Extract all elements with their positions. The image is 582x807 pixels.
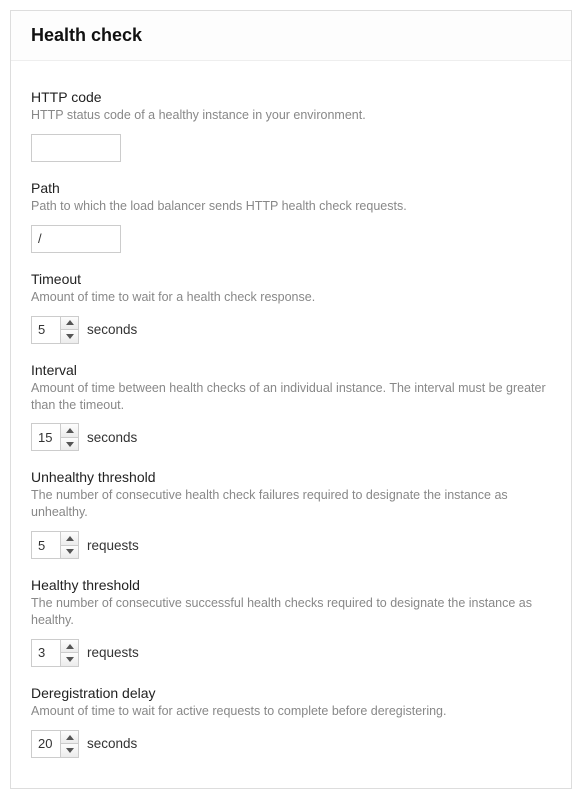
unhealthy-threshold-help: The number of consecutive health check f… (31, 487, 551, 521)
health-check-panel: Health check HTTP code HTTP status code … (10, 10, 572, 789)
path-help: Path to which the load balancer sends HT… (31, 198, 551, 215)
deregistration-delay-step-down[interactable] (61, 744, 78, 757)
healthy-threshold-unit: requests (87, 645, 139, 660)
deregistration-delay-step-up[interactable] (61, 731, 78, 745)
timeout-stepper[interactable] (31, 316, 79, 344)
deregistration-delay-stepper[interactable] (31, 730, 79, 758)
unhealthy-threshold-value[interactable] (32, 532, 60, 558)
timeout-help: Amount of time to wait for a health chec… (31, 289, 551, 306)
interval-label: Interval (31, 362, 551, 378)
field-unhealthy-threshold: Unhealthy threshold The number of consec… (31, 469, 551, 559)
healthy-threshold-stepper[interactable] (31, 639, 79, 667)
timeout-step-up[interactable] (61, 317, 78, 331)
timeout-value[interactable] (32, 317, 60, 343)
field-path: Path Path to which the load balancer sen… (31, 180, 551, 253)
path-label: Path (31, 180, 551, 196)
unhealthy-threshold-unit: requests (87, 538, 139, 553)
unhealthy-threshold-stepper[interactable] (31, 531, 79, 559)
interval-value[interactable] (32, 424, 60, 450)
healthy-threshold-value[interactable] (32, 640, 60, 666)
timeout-unit: seconds (87, 322, 137, 337)
healthy-threshold-help: The number of consecutive successful hea… (31, 595, 551, 629)
deregistration-delay-label: Deregistration delay (31, 685, 551, 701)
http-code-input[interactable] (31, 134, 121, 162)
unhealthy-threshold-step-up[interactable] (61, 532, 78, 546)
deregistration-delay-value[interactable] (32, 731, 60, 757)
healthy-threshold-step-up[interactable] (61, 640, 78, 654)
timeout-step-down[interactable] (61, 330, 78, 343)
path-input[interactable] (31, 225, 121, 253)
interval-help: Amount of time between health checks of … (31, 380, 551, 414)
unhealthy-threshold-step-down[interactable] (61, 546, 78, 559)
timeout-label: Timeout (31, 271, 551, 287)
field-timeout: Timeout Amount of time to wait for a hea… (31, 271, 551, 344)
interval-unit: seconds (87, 430, 137, 445)
panel-title: Health check (31, 25, 551, 46)
field-interval: Interval Amount of time between health c… (31, 362, 551, 452)
interval-step-up[interactable] (61, 424, 78, 438)
http-code-help: HTTP status code of a healthy instance i… (31, 107, 551, 124)
healthy-threshold-step-down[interactable] (61, 653, 78, 666)
healthy-threshold-label: Healthy threshold (31, 577, 551, 593)
http-code-label: HTTP code (31, 89, 551, 105)
interval-step-down[interactable] (61, 438, 78, 451)
deregistration-delay-unit: seconds (87, 736, 137, 751)
deregistration-delay-help: Amount of time to wait for active reques… (31, 703, 551, 720)
interval-stepper[interactable] (31, 423, 79, 451)
unhealthy-threshold-label: Unhealthy threshold (31, 469, 551, 485)
panel-body: HTTP code HTTP status code of a healthy … (11, 61, 571, 788)
field-http-code: HTTP code HTTP status code of a healthy … (31, 89, 551, 162)
panel-header: Health check (11, 11, 571, 61)
field-deregistration-delay: Deregistration delay Amount of time to w… (31, 685, 551, 758)
field-healthy-threshold: Healthy threshold The number of consecut… (31, 577, 551, 667)
